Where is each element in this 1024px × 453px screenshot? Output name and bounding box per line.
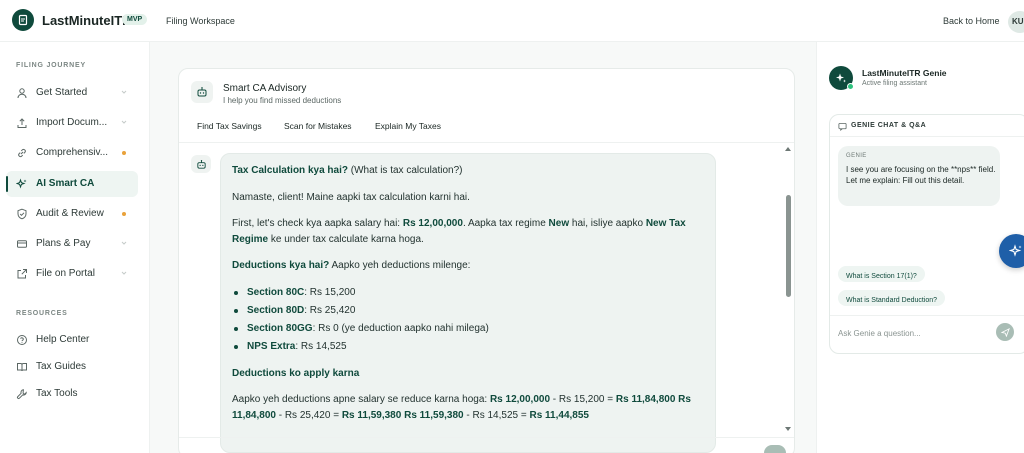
user-icon [16, 87, 28, 99]
deduction-item: NPS Extra: Rs 14,525 [247, 341, 347, 352]
mvp-badge: MVP [122, 14, 148, 25]
genie-title: LastMinuteITR Genie [862, 68, 947, 78]
brand-name[interactable]: LastMinuteITR [42, 13, 132, 28]
chevron-down-icon [121, 120, 127, 124]
sidebar-item-label: AI Smart CA [36, 178, 95, 189]
link-icon [16, 147, 28, 159]
genie-subtitle: Active filing assistant [862, 80, 927, 87]
bot-icon [191, 155, 211, 173]
sidebar-item-help-center[interactable]: Help Center [6, 327, 138, 353]
resources-label: RESOURCES [16, 310, 68, 317]
sidebar-item-label: Tax Tools [36, 388, 78, 399]
scroll-up-arrow-icon[interactable] [785, 147, 791, 151]
message-heading: Tax Calculation kya hai? (What is tax ca… [232, 165, 463, 176]
sidebar: FILING JOURNEY Get Started Import Docum.… [0, 42, 150, 453]
deduction-item: Section 80GG: Rs 0 (ye deduction aapko n… [247, 323, 489, 334]
shield-icon [16, 208, 28, 220]
filing-journey-label: FILING JOURNEY [16, 62, 86, 69]
genie-message-text: I see you are focusing on the **nps** fi… [846, 165, 996, 185]
user-avatar[interactable]: KU [1008, 11, 1024, 33]
find-tax-savings-button[interactable]: Find Tax Savings [192, 117, 267, 135]
deduction-item: Section 80C: Rs 15,200 [247, 287, 356, 298]
top-bar: LastMinuteITR MVP Filing Workspace Back … [0, 0, 1024, 42]
explain-my-taxes-button[interactable]: Explain My Taxes [370, 117, 446, 135]
pending-dot [122, 151, 126, 155]
sidebar-item-import-documents[interactable]: Import Docum... [6, 110, 138, 136]
suggestion-standard-deduction[interactable]: What is Standard Deduction? [838, 290, 946, 306]
sidebar-item-label: Tax Guides [36, 361, 87, 372]
app-logo-icon[interactable] [12, 9, 34, 31]
chat-bubble-icon [838, 122, 847, 131]
bullet-icon [234, 327, 238, 331]
send-button[interactable] [764, 445, 786, 453]
send-button[interactable] [996, 323, 1014, 341]
message-apply-heading: Deductions ko apply karna [232, 368, 360, 379]
pending-dot [122, 212, 126, 216]
sidebar-item-ai-smart-ca[interactable]: AI Smart CA [6, 171, 138, 197]
genie-chat-card: GENIE CHAT & Q&A GENIE I see you are foc… [829, 114, 1024, 354]
divider [179, 142, 794, 143]
help-icon [16, 334, 28, 346]
divider [179, 437, 794, 438]
online-status-dot [847, 83, 854, 90]
bullet-icon [234, 291, 238, 295]
sidebar-item-label: Help Center [36, 334, 90, 345]
sidebar-item-tax-tools[interactable]: Tax Tools [6, 381, 138, 407]
sidebar-item-label: Get Started [36, 87, 88, 98]
workspace-label: Filing Workspace [166, 16, 235, 26]
send-icon [1000, 327, 1010, 337]
smart-ca-advisory-panel: Smart CA Advisory I help you find missed… [178, 68, 795, 453]
card-icon [16, 238, 28, 250]
genie-message-label: GENIE [846, 153, 867, 159]
sidebar-item-comprehensive[interactable]: Comprehensiv... [6, 140, 138, 166]
assistant-message: Tax Calculation kya hai? (What is tax ca… [220, 153, 716, 453]
external-link-icon [16, 268, 28, 280]
wrench-icon [16, 388, 28, 400]
back-to-home-link[interactable]: Back to Home [943, 16, 1000, 26]
suggestion-section-17-1[interactable]: What is Section 17(1)? [838, 266, 925, 282]
sidebar-item-label: Audit & Review [36, 208, 104, 219]
scroll-down-arrow-icon[interactable] [785, 427, 791, 431]
bullet-icon [234, 345, 238, 349]
divider [830, 315, 1024, 316]
book-icon [16, 361, 28, 373]
sidebar-item-audit-review[interactable]: Audit & Review [6, 201, 138, 227]
sidebar-item-label: File on Portal [36, 268, 95, 279]
chevron-down-icon [121, 271, 127, 275]
upload-icon [16, 117, 28, 129]
genie-panel: LastMinuteITR Genie Active filing assist… [816, 42, 1024, 453]
chat-header: GENIE CHAT & Q&A [851, 122, 927, 129]
message-deductions-heading: Deductions kya hai? Aapko yeh deductions… [232, 260, 471, 271]
sparkle-icon [16, 178, 28, 190]
message-greeting: Namaste, client! Maine aapki tax calcula… [232, 192, 470, 203]
bot-icon [191, 81, 213, 103]
scrollbar-thumb[interactable] [786, 195, 791, 297]
message-calculation: Aapko yeh deductions apne salary se redu… [232, 394, 691, 421]
chevron-down-icon [121, 241, 127, 245]
sidebar-item-label: Plans & Pay [36, 238, 91, 249]
advisory-subtitle: I help you find missed deductions [223, 96, 342, 105]
sidebar-item-label: Import Docum... [36, 117, 108, 128]
genie-message: GENIE I see you are focusing on the **np… [838, 146, 1000, 206]
sidebar-item-get-started[interactable]: Get Started [6, 80, 138, 106]
ask-genie-input[interactable] [838, 322, 988, 344]
sparkle-icon [1009, 244, 1022, 257]
sidebar-item-label: Comprehensiv... [36, 147, 109, 158]
chevron-down-icon [121, 90, 127, 94]
divider [830, 136, 1024, 137]
sidebar-item-tax-guides[interactable]: Tax Guides [6, 354, 138, 380]
sidebar-item-plans-pay[interactable]: Plans & Pay [6, 231, 138, 257]
message-paragraph: First, let's check kya aapka salary hai:… [232, 218, 686, 245]
scan-for-mistakes-button[interactable]: Scan for Mistakes [279, 117, 357, 135]
sidebar-item-file-on-portal[interactable]: File on Portal [6, 261, 138, 287]
bullet-icon [234, 309, 238, 313]
deduction-item: Section 80D: Rs 25,420 [247, 305, 356, 316]
advisory-title: Smart CA Advisory [223, 83, 307, 94]
